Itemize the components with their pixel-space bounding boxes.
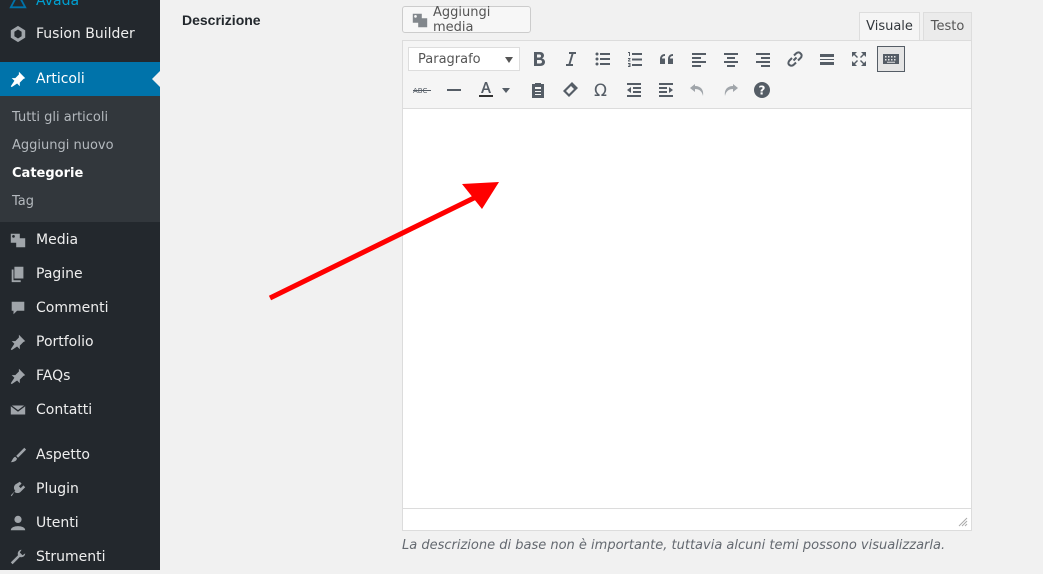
- annotation-arrow-icon: [268, 182, 499, 301]
